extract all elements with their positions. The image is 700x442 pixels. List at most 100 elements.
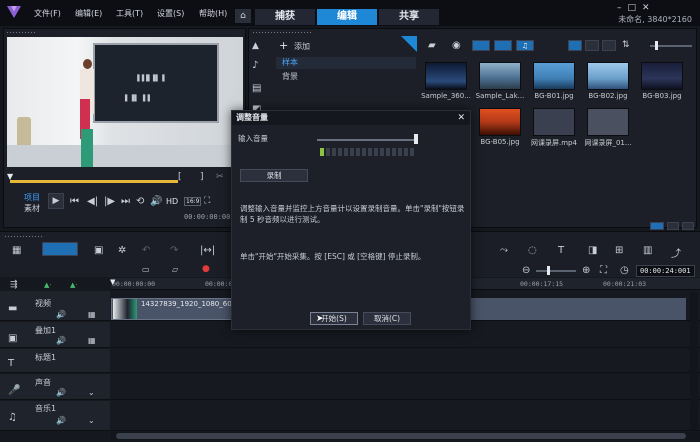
add-folder-icon[interactable]: + — [279, 39, 288, 52]
options-button[interactable] — [650, 222, 664, 230]
fit-project-icon[interactable]: ⛶ — [600, 265, 607, 276]
mode-project[interactable]: 项目 — [24, 192, 40, 203]
timeline-timecode[interactable]: 00:00:24:001 — [636, 265, 695, 277]
zoom-slider-handle[interactable] — [547, 266, 550, 275]
record-voiceover-icon[interactable]: ● — [202, 264, 210, 274]
home-button[interactable]: ⌂ — [235, 9, 251, 23]
scrub-handle-icon[interactable]: ▼ — [7, 172, 13, 181]
dialog-close-icon[interactable]: ✕ — [457, 111, 465, 125]
overlay-track-audio-icon[interactable]: 🔊 — [56, 336, 66, 345]
timeline-h-scroll-thumb[interactable] — [116, 433, 686, 439]
screen-capture-icon[interactable]: ▱ — [172, 265, 178, 274]
redo-icon[interactable]: ↷ — [170, 245, 178, 256]
window-controls[interactable]: –□✕ — [617, 3, 656, 13]
thumb-1[interactable] — [479, 62, 521, 90]
voice-track-audio-icon[interactable]: 🔊 — [56, 388, 66, 397]
cancel-button[interactable]: 取消(C) — [363, 312, 411, 325]
media-up-icon[interactable]: ▲ — [252, 41, 259, 51]
thumb-6[interactable] — [533, 108, 575, 136]
import-folder-icon[interactable]: ▰ — [428, 40, 436, 51]
thumb-7[interactable] — [587, 108, 629, 136]
track-body-music[interactable] — [111, 401, 700, 431]
title-tool-icon[interactable]: ▭ — [142, 265, 150, 274]
filter-video-button[interactable] — [472, 40, 490, 51]
music-track-audio-icon[interactable]: 🔊 — [56, 416, 66, 425]
toolbar-settings-icon[interactable]: ✲ — [118, 245, 126, 256]
mark-in-icon[interactable]: [ — [178, 172, 182, 182]
ripple-toggle-icon[interactable]: ▲· — [70, 281, 78, 289]
undo-icon[interactable]: ↶ — [142, 245, 150, 256]
instant-project-icon[interactable]: ▤ — [252, 83, 261, 94]
show-all-tracks-icon[interactable]: ⇶ — [10, 280, 18, 290]
menu-file[interactable]: 文件(F) — [34, 8, 61, 19]
hd-toggle[interactable]: HD — [166, 197, 178, 206]
repeat-icon[interactable]: ⟲ — [136, 196, 144, 207]
video-clip-tail[interactable] — [471, 298, 686, 320]
volume-icon[interactable]: 🔊 — [150, 196, 162, 207]
track-toggle-icon[interactable]: ▲· — [44, 281, 52, 289]
clock-icon[interactable]: ◷ — [620, 265, 629, 276]
preview-timecode[interactable]: 00:00:00:00 — [184, 213, 230, 221]
tab-capture[interactable]: 捕获 — [255, 9, 315, 25]
color-grade-icon[interactable]: ◨ — [588, 245, 597, 256]
fit-icon[interactable]: |↔| — [200, 245, 215, 256]
scrub-bar[interactable] — [10, 180, 178, 183]
menu-help[interactable]: 帮助(H) — [199, 8, 227, 19]
folder-background[interactable]: 背景 — [276, 71, 416, 83]
music-category-icon[interactable]: ♪ — [252, 60, 258, 71]
record-button[interactable]: 录制 — [240, 169, 308, 182]
thumb-4[interactable] — [641, 62, 683, 90]
video-track-grid-icon[interactable]: ▦ — [88, 310, 96, 319]
filter-audio-button[interactable]: ♫ — [516, 40, 534, 51]
view-list-button[interactable] — [585, 40, 599, 51]
mask-icon[interactable]: ◌ — [528, 245, 537, 256]
timeline-v-scrollbar[interactable] — [690, 292, 698, 430]
prev-frame-icon[interactable]: ◀| — [87, 196, 98, 207]
effects-icon[interactable]: ▥ — [643, 245, 652, 256]
menu-tools[interactable]: 工具(T) — [116, 8, 143, 19]
folder-sample[interactable]: 样本 — [276, 57, 416, 69]
add-folder-label[interactable]: 添加 — [294, 41, 310, 52]
music-track-chevron-icon[interactable]: ⌄ — [88, 416, 95, 425]
view-thumbnail-button[interactable] — [568, 40, 582, 51]
thumb-2[interactable] — [533, 62, 575, 90]
thumb-3[interactable] — [587, 62, 629, 90]
video-track-audio-icon[interactable]: 🔊 — [56, 310, 66, 319]
next-frame-icon[interactable]: |▶ — [104, 196, 115, 207]
tab-edit[interactable]: 编辑 — [317, 9, 377, 25]
zoom-in-icon[interactable]: ⊕ — [582, 265, 590, 276]
play-button[interactable]: ▶ — [48, 193, 64, 209]
capture-icon[interactable]: ◉ — [452, 40, 461, 51]
input-volume-slider[interactable] — [317, 139, 417, 141]
input-volume-handle[interactable] — [414, 134, 418, 144]
split-screen-icon[interactable]: ⊞ — [615, 245, 623, 256]
thumb-5[interactable] — [479, 108, 521, 136]
skip-start-icon[interactable]: ⏮ — [70, 196, 79, 207]
voice-track-chevron-icon[interactable]: ⌄ — [88, 388, 95, 397]
zoom-slider[interactable] — [536, 270, 576, 272]
track-manager-icon[interactable]: ▣ — [94, 245, 103, 256]
tab-share[interactable]: 共享 — [379, 9, 439, 25]
text-tool-icon[interactable]: T — [558, 245, 564, 256]
mode-clip[interactable]: 素材 — [24, 203, 40, 214]
track-body-voice[interactable] — [111, 374, 700, 400]
export-icon[interactable]: ⤴ — [671, 245, 681, 260]
library-settings-button[interactable] — [682, 222, 694, 230]
mark-out-icon[interactable]: ] — [200, 172, 204, 182]
skip-end-icon[interactable]: ⏭ — [121, 196, 130, 207]
view-details-button[interactable] — [602, 40, 616, 51]
motion-icon[interactable]: ⤳ — [500, 245, 508, 256]
menu-settings[interactable]: 设置(S) — [157, 8, 184, 19]
thumb-0[interactable] — [425, 62, 467, 90]
split-clip-icon[interactable]: ✂ — [216, 172, 224, 182]
browse-button[interactable] — [667, 222, 679, 230]
thumbnail-size-handle[interactable] — [655, 41, 658, 50]
aspect-ratio-button[interactable]: 16:9 — [184, 197, 202, 206]
track-body-title[interactable] — [111, 349, 700, 373]
fullscreen-icon[interactable]: ⛶ — [204, 196, 210, 206]
playhead-icon[interactable]: ▼ — [110, 278, 115, 286]
menu-edit[interactable]: 编辑(E) — [75, 8, 102, 19]
zoom-out-icon[interactable]: ⊖ — [522, 265, 530, 276]
timeline-view-button[interactable] — [42, 242, 78, 256]
filter-photo-button[interactable] — [494, 40, 512, 51]
